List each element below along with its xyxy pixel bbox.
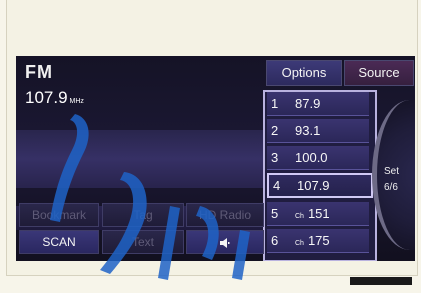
channel-number: 151 xyxy=(307,206,330,221)
preset-3[interactable]: 3 100.0 xyxy=(267,146,369,170)
preset-list: 1 87.9 2 93.1 3 100.0 4 107.9 5 Ch 151 6 … xyxy=(263,90,377,261)
preset-number: 2 xyxy=(271,123,279,138)
preset-number: 6 xyxy=(271,233,279,248)
preset-number: 1 xyxy=(271,96,279,111)
tag-button[interactable]: Tag xyxy=(102,203,184,227)
options-button[interactable]: Options xyxy=(266,60,342,86)
scan-button[interactable]: SCAN xyxy=(19,230,99,254)
preset-frequency: 93.1 xyxy=(295,123,321,138)
preset-5[interactable]: 5 Ch 151 xyxy=(267,202,369,226)
text-button[interactable]: Text xyxy=(102,230,184,254)
set-page-count: 6/6 xyxy=(384,182,398,193)
speaker-button[interactable] xyxy=(186,230,264,254)
bookmark-button[interactable]: Bookmark xyxy=(19,203,99,227)
preset-2[interactable]: 2 93.1 xyxy=(267,119,369,143)
channel-number: 175 xyxy=(307,233,330,248)
set-label: Set xyxy=(384,166,400,177)
speaker-icon xyxy=(220,237,230,248)
source-button[interactable]: Source xyxy=(344,60,414,86)
frequency-unit: MHz xyxy=(69,98,84,105)
preset-number: 4 xyxy=(273,178,281,193)
channel-prefix: Ch xyxy=(295,240,304,247)
preset-channel: Ch 151 xyxy=(295,202,330,228)
preset-number: 5 xyxy=(271,206,279,221)
radio-screen: FM 107.9 MHz Options Source 1 87.9 2 93.1… xyxy=(16,56,415,261)
figure-tag xyxy=(350,277,412,285)
station-info-band xyxy=(16,130,266,188)
preset-frequency: 107.9 xyxy=(297,178,330,193)
channel-prefix: Ch xyxy=(295,213,304,220)
frequency-value: 107.9 xyxy=(25,88,68,107)
frequency-display: 107.9 MHz xyxy=(25,88,84,108)
band-label: FM xyxy=(25,62,53,82)
hd-radio-button[interactable]: HD Radio xyxy=(186,203,264,227)
preset-4-selected[interactable]: 4 107.9 xyxy=(267,173,373,198)
preset-6[interactable]: 6 Ch 175 xyxy=(267,229,369,253)
preset-frequency: 100.0 xyxy=(295,150,328,165)
preset-frequency: 87.9 xyxy=(295,96,321,111)
preset-number: 3 xyxy=(271,150,279,165)
preset-1[interactable]: 1 87.9 xyxy=(267,92,369,116)
preset-channel: Ch 175 xyxy=(295,229,330,255)
